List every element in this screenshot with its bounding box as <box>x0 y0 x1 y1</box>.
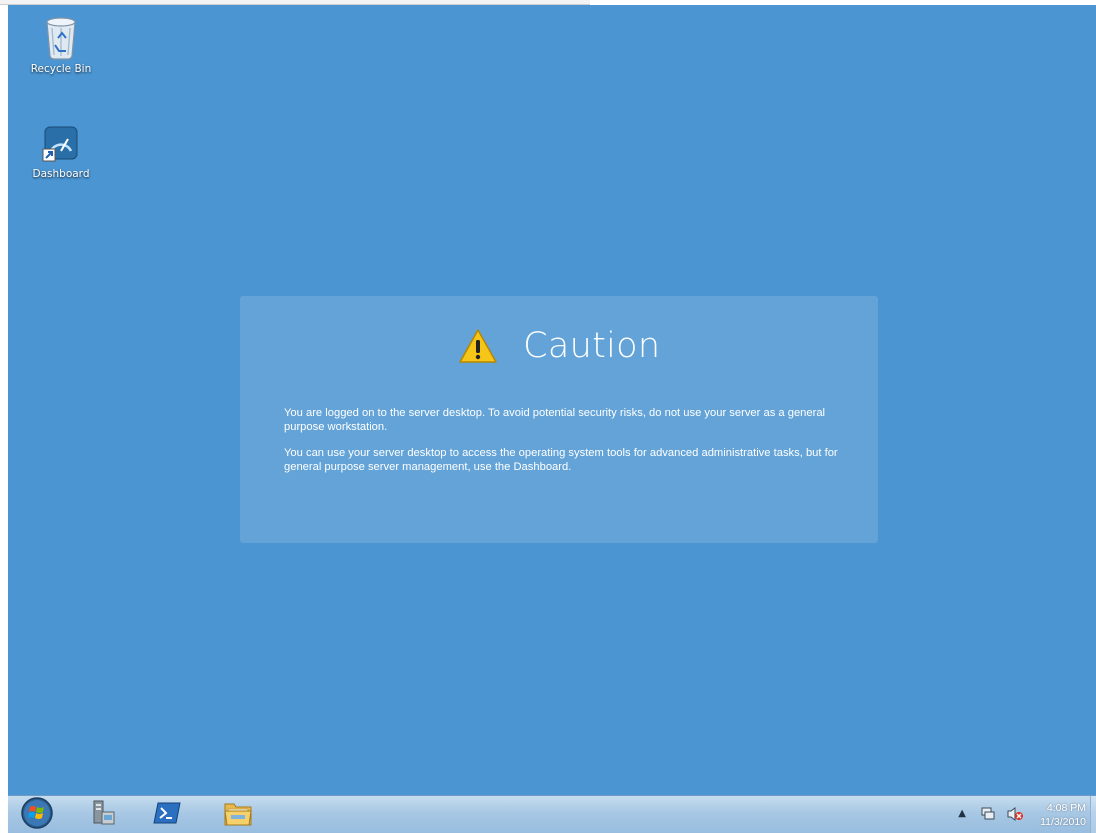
caution-title: Caution <box>523 326 661 366</box>
file-explorer-icon <box>222 798 254 832</box>
server-manager-button[interactable] <box>78 798 128 832</box>
system-clock[interactable]: 4:08 PM 11/3/2010 <box>1040 801 1086 829</box>
recycle-bin-icon <box>29 12 93 60</box>
powershell-icon <box>153 801 181 829</box>
caution-panel: Caution You are logged on to the server … <box>240 296 878 543</box>
volume-muted-icon[interactable] <box>1006 806 1024 826</box>
powershell-button[interactable] <box>142 798 192 832</box>
recycle-bin-label: Recycle Bin <box>30 63 92 75</box>
file-explorer-button[interactable] <box>213 798 263 832</box>
clock-date: 11/3/2010 <box>1040 816 1086 828</box>
network-icon[interactable] <box>980 806 996 826</box>
notification-area: ▲ 4:08 PM 11/3/2010 <box>896 796 1096 833</box>
caution-paragraph-1: You are logged on to the server desktop.… <box>284 407 826 433</box>
clock-time: 4:08 PM <box>1046 802 1086 814</box>
show-desktop-button[interactable] <box>1090 796 1096 833</box>
dashboard-icon <box>29 125 93 165</box>
start-button[interactable] <box>12 796 62 833</box>
dashboard-shortcut[interactable]: Dashboard <box>29 125 93 180</box>
recycle-bin-shortcut[interactable]: Recycle Bin <box>29 12 93 75</box>
taskbar: ▲ 4:08 PM 11/3/2010 <box>8 795 1096 833</box>
caution-message: You are logged on to the server desktop.… <box>284 406 838 486</box>
start-icon <box>20 796 54 833</box>
server-manager-icon <box>88 798 118 832</box>
warning-icon <box>458 326 523 366</box>
show-hidden-icons-icon[interactable]: ▲ <box>958 808 966 819</box>
dashboard-label: Dashboard <box>32 168 90 180</box>
desktop[interactable]: Recycle Bin Dashboard Caution You are lo… <box>8 5 1096 795</box>
caution-heading: Caution <box>240 326 878 366</box>
caution-paragraph-2: You can use your server desktop to acces… <box>284 447 838 473</box>
